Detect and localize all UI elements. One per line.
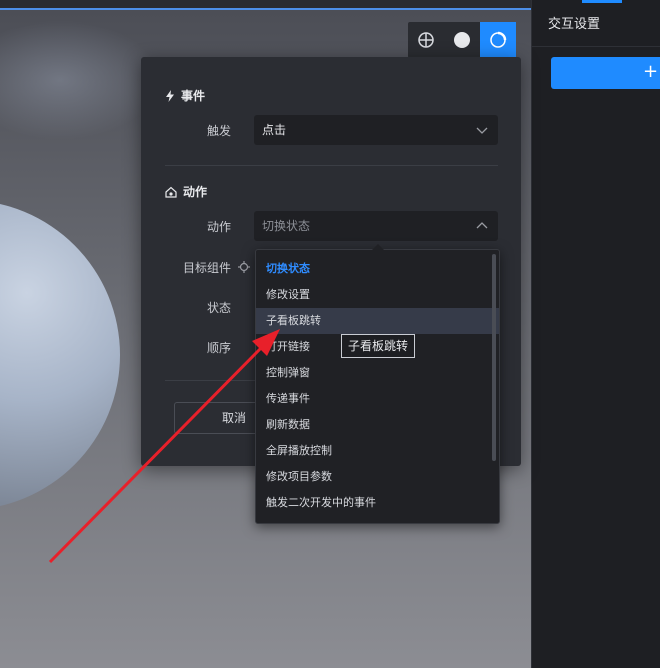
globe-icon (418, 32, 434, 48)
action-select[interactable]: 切换状态 (254, 211, 498, 241)
section-divider (165, 165, 498, 166)
dropdown-option[interactable]: 全屏播放控制 (256, 438, 499, 464)
action-icon (165, 186, 177, 198)
lightning-icon (166, 89, 174, 102)
dropdown-option[interactable]: 修改设置 (256, 282, 499, 308)
target-component-label: 目标组件 (182, 261, 231, 275)
add-button-label: + (643, 61, 659, 82)
background-glow (0, 20, 160, 140)
solid-view-button[interactable] (444, 22, 480, 58)
panel-title: 交互设置 (548, 17, 601, 32)
add-interaction-button[interactable]: + (551, 57, 660, 89)
view-mode-toolbar (408, 22, 516, 58)
dropdown-option[interactable]: 触发二次开发中的事件 (256, 490, 499, 516)
chevron-down-icon (476, 127, 488, 134)
event-section-title: 事件 (165, 87, 205, 104)
dropdown-option[interactable]: 子看板跳转 (256, 308, 499, 334)
dropdown-caret (372, 244, 384, 250)
dropdown-scrollbar[interactable] (492, 254, 496, 461)
sphere-model[interactable] (0, 200, 120, 510)
dropdown-option[interactable]: 刷新数据 (256, 412, 499, 438)
trigger-label: 触发 (206, 124, 231, 138)
target-picker-icon[interactable] (238, 261, 250, 273)
dropdown-option[interactable]: 切换状态 (256, 256, 499, 282)
rotate-view-button[interactable] (480, 22, 516, 58)
action-section-title: 动作 (165, 183, 207, 200)
rotate-circle-icon (490, 31, 507, 48)
state-label: 状态 (206, 301, 231, 315)
action-label: 动作 (206, 220, 231, 234)
wireframe-view-button[interactable] (408, 22, 444, 58)
dropdown-option[interactable]: 修改项目参数 (256, 464, 499, 490)
trigger-value: 点击 (262, 123, 287, 137)
dropdown-option[interactable]: 传递事件 (256, 386, 499, 412)
dropdown-option[interactable]: 控制弹窗 (256, 360, 499, 386)
trigger-select[interactable]: 点击 (254, 115, 498, 145)
selection-outline (0, 8, 531, 10)
action-placeholder: 切换状态 (262, 219, 311, 233)
dropdown-list: 切换状态 修改设置 子看板跳转 打开链接 控制弹窗 传递事件 刷新数据 全屏播放… (256, 250, 499, 516)
chevron-up-icon (476, 222, 488, 229)
action-dropdown: 切换状态 修改设置 子看板跳转 打开链接 控制弹窗 传递事件 刷新数据 全屏播放… (255, 244, 500, 524)
panel-header-accent (582, 0, 622, 3)
order-label: 顺序 (206, 341, 231, 355)
panel-header: 交互设置 (532, 0, 660, 47)
solid-circle-icon (454, 32, 470, 48)
option-tooltip: 子看板跳转 (341, 334, 416, 358)
interaction-settings-panel: 交互设置 + (531, 0, 660, 668)
